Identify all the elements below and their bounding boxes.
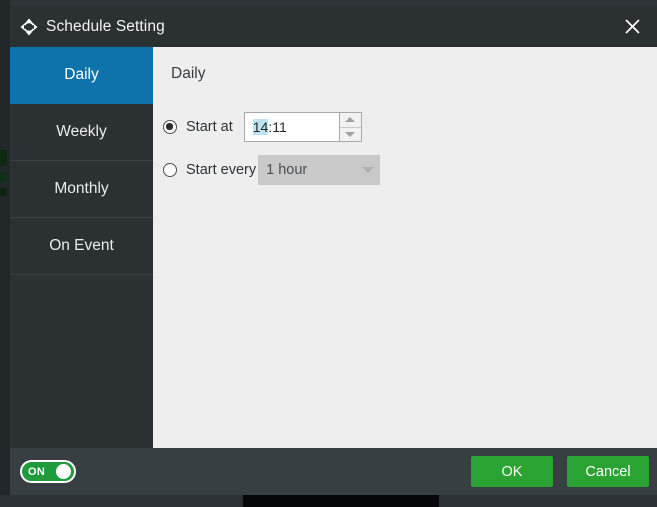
dialog-footer: ON OK Cancel bbox=[10, 448, 657, 495]
time-hour-selected: 14 bbox=[252, 119, 269, 135]
time-minute: :11 bbox=[268, 119, 287, 135]
sidebar-item-label: Daily bbox=[64, 66, 99, 83]
sidebar-item-label: Monthly bbox=[54, 180, 109, 197]
sidebar-item-monthly[interactable]: Monthly bbox=[10, 161, 153, 218]
schedule-form: Start at 14:11 Start every 1 hour bbox=[163, 112, 381, 198]
start-every-radio[interactable] bbox=[163, 163, 177, 177]
chevron-down-icon bbox=[356, 167, 380, 173]
close-icon[interactable] bbox=[615, 10, 649, 42]
interval-selected-value: 1 hour bbox=[266, 162, 308, 178]
background-green-marker bbox=[0, 150, 7, 166]
cancel-button[interactable]: Cancel bbox=[567, 456, 649, 487]
start-at-time-spinner[interactable]: 14:11 bbox=[243, 112, 362, 142]
sidebar-item-label: On Event bbox=[49, 237, 114, 254]
sidebar-item-label: Weekly bbox=[56, 123, 107, 140]
background-green-marker bbox=[0, 172, 7, 182]
chevron-up-icon[interactable] bbox=[339, 113, 361, 128]
panel-title: Daily bbox=[171, 65, 206, 82]
start-at-label: Start at bbox=[186, 119, 233, 135]
sidebar-item-daily[interactable]: Daily bbox=[10, 47, 153, 104]
dialog-titlebar[interactable]: Schedule Setting bbox=[10, 6, 657, 47]
start-every-label: Start every bbox=[186, 162, 257, 178]
start-at-time-input[interactable]: 14:11 bbox=[245, 113, 339, 141]
schedule-content-panel: Daily Start at 14:11 Start every 1 hour bbox=[153, 47, 657, 448]
ok-button[interactable]: OK bbox=[471, 456, 553, 487]
background-app-left-strip bbox=[0, 0, 10, 507]
dialog-title: Schedule Setting bbox=[46, 17, 165, 35]
dialog-body: Daily Weekly Monthly On Event Daily Star… bbox=[10, 47, 657, 448]
start-every-row: Start every 1 hour bbox=[163, 155, 381, 185]
start-at-row: Start at 14:11 bbox=[163, 112, 380, 142]
toggle-state-label: ON bbox=[28, 465, 46, 478]
schedule-type-sidebar: Daily Weekly Monthly On Event bbox=[10, 47, 153, 448]
time-spinner-buttons bbox=[338, 113, 361, 142]
chevron-down-icon[interactable] bbox=[340, 128, 361, 142]
start-every-interval-select[interactable]: 1 hour bbox=[258, 155, 381, 185]
move-arrows-icon bbox=[18, 16, 40, 38]
start-at-radio[interactable] bbox=[163, 120, 177, 134]
toggle-knob bbox=[56, 464, 71, 479]
background-app-bottom-black-area bbox=[243, 495, 439, 507]
enable-schedule-toggle[interactable]: ON bbox=[20, 460, 76, 483]
background-green-marker bbox=[0, 188, 7, 196]
sidebar-item-on-event[interactable]: On Event bbox=[10, 218, 153, 275]
schedule-setting-dialog: Schedule Setting Daily Weekly Monthly On… bbox=[10, 6, 657, 495]
sidebar-item-weekly[interactable]: Weekly bbox=[10, 104, 153, 161]
